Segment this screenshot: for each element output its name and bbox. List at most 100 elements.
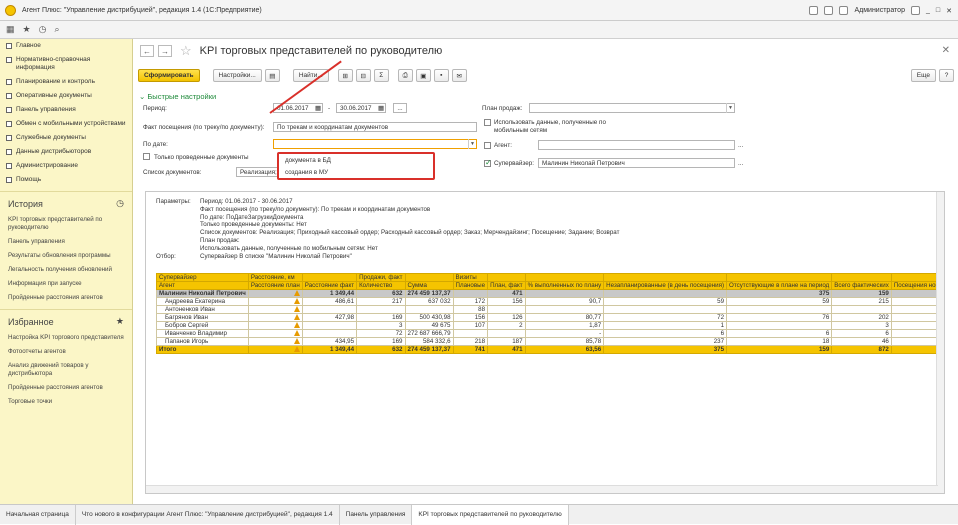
param-value: План продаж: (200, 236, 240, 244)
sidebar-item-icon (6, 149, 12, 155)
visit-fact-select[interactable]: По трекам и координатам документов (273, 122, 477, 132)
table-header-group (726, 273, 833, 282)
period-select-button[interactable]: ... (393, 103, 407, 113)
send-mail-icon[interactable]: ✉ (451, 69, 467, 82)
by-date-select[interactable] (273, 139, 477, 149)
table-cell: 584 332,6 (404, 337, 454, 346)
more-button[interactable]: Еще (910, 69, 936, 82)
apps-grid-icon[interactable]: ▦ (6, 24, 15, 35)
history-link[interactable]: Панель управления (0, 235, 132, 249)
table-header-group (404, 273, 454, 282)
sidebar-item-label: Администрирование (16, 162, 78, 169)
supervisor-select[interactable]: Малинин Николай Петрович (538, 158, 735, 168)
user-name[interactable]: Администратор (854, 7, 905, 14)
horizontal-scrollbar[interactable] (146, 485, 938, 493)
sidebar-item[interactable]: Администрирование (0, 159, 132, 173)
quick-settings-toggle[interactable]: ⌄ Быстрые настройки (139, 92, 216, 101)
collapse-groups-icon[interactable]: ⊟ (355, 69, 371, 82)
dropdown-option-mu[interactable]: создания в МУ (279, 166, 433, 178)
table-cell (247, 337, 303, 346)
favorite-link[interactable]: Фотоотчеты агентов (0, 345, 132, 359)
save-icon[interactable]: ▪ (433, 69, 449, 82)
forward-button[interactable]: → (158, 45, 172, 57)
sidebar-item-icon (6, 107, 12, 113)
window-tab[interactable]: Что нового в конфигурации Агент Плюс: "У… (76, 504, 340, 525)
sidebar-item[interactable]: Главное (0, 39, 132, 53)
history-clock-icon[interactable]: ◷ (116, 198, 124, 209)
favorites-star-icon[interactable]: ★ (116, 316, 124, 327)
favorite-link[interactable]: Торговые точки (0, 395, 132, 409)
param-key (156, 214, 200, 222)
preview-icon[interactable]: ▣ (415, 69, 431, 82)
close-form-icon[interactable]: ✕ (942, 45, 950, 56)
table-header: Расстояние план (247, 281, 303, 290)
window-tab[interactable]: Панель управления (340, 504, 413, 525)
mobile-data-checkbox[interactable] (484, 119, 491, 126)
notification-icon[interactable] (809, 6, 819, 15)
table-cell (524, 305, 605, 314)
history-clock-icon[interactable]: ◷ (39, 24, 47, 35)
favorite-link[interactable]: Пройденные расстояния агентов (0, 381, 132, 395)
print-icon[interactable]: ⎙ (397, 69, 413, 82)
window-tab[interactable]: KPI торговых представителей по руководит… (412, 504, 569, 525)
supervisor-choose-button[interactable]: ... (738, 160, 743, 167)
param-key (156, 221, 200, 229)
history-link[interactable]: Пройденные расстояния агентов (0, 291, 132, 305)
sum-icon[interactable]: Σ (373, 69, 389, 82)
table-cell (603, 305, 728, 314)
param-value: Период: 01.06.2017 - 30.06.2017 (200, 198, 293, 205)
history-link[interactable]: Информация при запуске (0, 277, 132, 291)
sidebar-item[interactable]: Данные дистрибьюторов (0, 145, 132, 159)
dropdown-option-db[interactable]: документа в БД (279, 154, 433, 166)
minimize-button[interactable]: _ (926, 7, 930, 14)
calendar-from-icon[interactable]: ▦ (315, 105, 321, 112)
favorites-title: Избранное (8, 316, 54, 327)
help-button[interactable]: ? (939, 69, 954, 82)
sidebar-item[interactable]: Оперативные документы (0, 89, 132, 103)
sidebar-item[interactable]: Панель управления (0, 103, 132, 117)
history-link[interactable]: KPI торговых представителей по руководит… (0, 213, 132, 235)
sidebar-item-label: Нормативно-справочная информация (16, 56, 91, 71)
user-icon[interactable] (839, 6, 849, 15)
sales-plan-dropdown-icon[interactable]: ▼ (726, 103, 734, 113)
settings-button[interactable]: Настройки... (212, 69, 262, 82)
vertical-scrollbar[interactable] (936, 192, 944, 493)
expand-groups-icon[interactable]: ⊞ (337, 69, 353, 82)
favorite-star-icon[interactable]: ☆ (180, 43, 192, 59)
history-link[interactable]: Легальность получения обновлений (0, 263, 132, 277)
history-link[interactable]: Результаты обновления программы (0, 249, 132, 263)
favorite-link[interactable]: Анализ движений товаров у дистрибьютора (0, 359, 132, 381)
sidebar-item[interactable]: Планирование и контроль (0, 75, 132, 89)
window-tabs: Начальная страница Что нового в конфигура… (0, 504, 958, 525)
table-header: Плановые (452, 281, 489, 290)
sidebar-item[interactable]: Нормативно-справочная информация (0, 53, 132, 75)
favorite-link[interactable]: Настройка KPI торгового представителя (0, 331, 132, 345)
warning-icon (293, 290, 300, 297)
maximize-button[interactable]: □ (936, 7, 940, 14)
table-row: Бобров Сергей349 67510721,8713157,14 (156, 321, 944, 330)
agent-choose-button[interactable]: ... (738, 142, 743, 149)
history-icon[interactable] (824, 6, 834, 15)
agent-select[interactable] (538, 140, 735, 150)
find-button[interactable]: Найти... (292, 69, 329, 82)
agent-checkbox[interactable] (484, 142, 491, 149)
settings-icon[interactable] (910, 6, 920, 15)
generate-button[interactable]: Сформировать (138, 69, 200, 82)
search-icon[interactable]: ⌕ (54, 24, 59, 35)
table-cell (603, 289, 728, 298)
close-window-button[interactable]: ✕ (946, 7, 952, 15)
calendar-to-icon[interactable]: ▦ (378, 105, 384, 112)
window-tab[interactable]: Начальная страница (0, 504, 76, 525)
by-date-dropdown-icon[interactable]: ▼ (468, 139, 476, 149)
table-cell (726, 321, 833, 330)
doc-list-input[interactable]: Реализация; Приходн (236, 167, 280, 177)
sidebar-item[interactable]: Помощь (0, 173, 132, 187)
sidebar-item[interactable]: Обмен с мобильными устройствами (0, 117, 132, 131)
sales-plan-select[interactable] (529, 103, 735, 113)
favorites-star-icon[interactable]: ★ (23, 24, 31, 35)
table-cell: 159 (831, 289, 892, 298)
only-posted-checkbox[interactable] (143, 153, 150, 160)
variants-icon[interactable]: ▤ (264, 69, 280, 82)
back-button[interactable]: ← (140, 45, 154, 57)
sidebar-item[interactable]: Служебные документы (0, 131, 132, 145)
